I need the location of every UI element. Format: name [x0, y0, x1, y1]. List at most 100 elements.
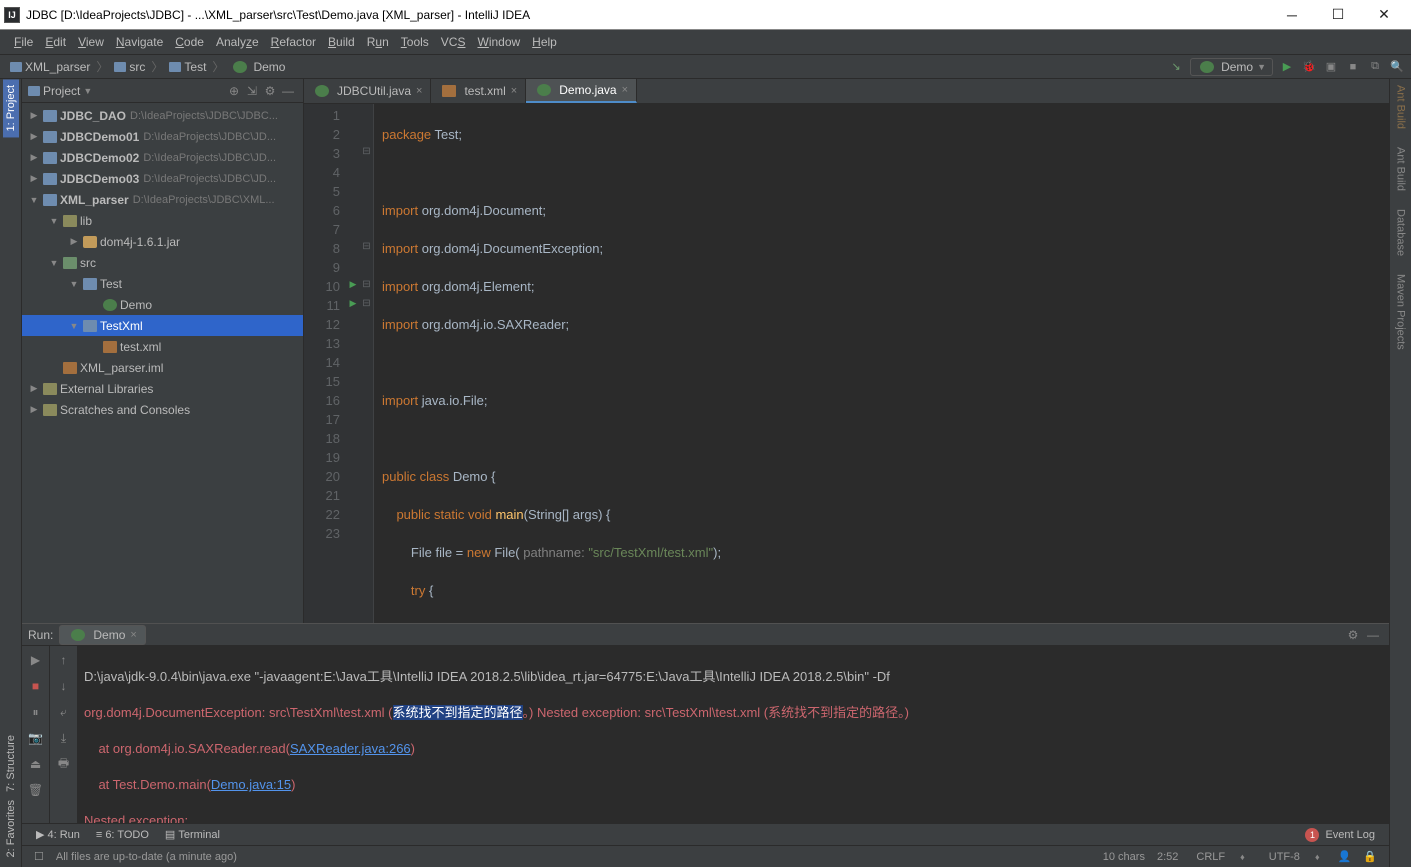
- coverage-button[interactable]: ▣: [1323, 59, 1339, 75]
- selection-size: 10 chars: [1097, 851, 1151, 863]
- tool-project[interactable]: 1: Project: [3, 79, 19, 137]
- close-tab-icon[interactable]: ×: [130, 629, 136, 641]
- editor-tab[interactable]: test.xml×: [431, 79, 526, 103]
- caret-position[interactable]: 2:52: [1151, 851, 1184, 863]
- folder-icon: [10, 62, 22, 72]
- lock-icon[interactable]: 🔒: [1357, 850, 1383, 863]
- tree-node-selected: ▼TestXml: [22, 315, 303, 336]
- dump-button[interactable]: 📷: [26, 728, 46, 748]
- tool-ant-label[interactable]: Ant Build: [1395, 143, 1407, 195]
- menu-edit[interactable]: Edit: [39, 33, 72, 51]
- tool-maven[interactable]: Maven Projects: [1395, 270, 1407, 354]
- tool-ant[interactable]: Ant Build: [1395, 81, 1407, 133]
- window-list-icon[interactable]: ☐: [28, 850, 50, 863]
- rerun-button[interactable]: ▶: [26, 650, 46, 670]
- inspection-icon[interactable]: 👤: [1332, 850, 1358, 863]
- tool-favorites[interactable]: 2: Favorites: [5, 796, 17, 861]
- chevron-down-icon: ▼: [1257, 62, 1266, 72]
- class-icon: [1200, 61, 1214, 73]
- event-log[interactable]: 1Event Log: [1297, 826, 1383, 844]
- tool-terminal[interactable]: ▤ Terminal: [157, 826, 228, 843]
- run-configuration-selector[interactable]: Demo ▼: [1190, 58, 1273, 76]
- menu-run[interactable]: Run: [361, 33, 395, 51]
- right-tool-stripe: Ant Build Ant Build Database Maven Proje…: [1389, 79, 1411, 867]
- down-icon[interactable]: ↓: [54, 676, 74, 696]
- up-icon[interactable]: ↑: [54, 650, 74, 670]
- window-titlebar: IJ JDBC [D:\IdeaProjects\JDBC] - ...\XML…: [0, 0, 1411, 30]
- editor-area: JDBCUtil.java× test.xml× Demo.java× 1234…: [304, 79, 1389, 623]
- code-content[interactable]: package Test; import org.dom4j.Document;…: [374, 104, 1389, 623]
- menu-analyze[interactable]: Analyze: [210, 33, 265, 51]
- maximize-button[interactable]: ☐: [1315, 1, 1361, 29]
- menu-vcs[interactable]: VCS: [435, 33, 472, 51]
- line-separator[interactable]: CRLF ♦: [1184, 851, 1256, 863]
- tool-todo[interactable]: ≡ 6: TODO: [88, 827, 157, 843]
- editor-tab[interactable]: JDBCUtil.java×: [304, 79, 431, 103]
- menu-view[interactable]: View: [72, 33, 110, 51]
- close-tab-icon[interactable]: ×: [416, 85, 422, 97]
- print-icon[interactable]: 🖶: [54, 754, 74, 774]
- project-tree[interactable]: ▶JDBC_DAOD:\IdeaProjects\JDBC\JDBC... ▶J…: [22, 103, 303, 623]
- project-title: Project: [43, 84, 80, 98]
- gear-icon[interactable]: ⚙: [261, 82, 279, 100]
- file-encoding[interactable]: UTF-8 ♦: [1257, 851, 1332, 863]
- fold-gutter: ⊟⊟⊟⊟: [360, 104, 374, 623]
- run-tool-window: Run: Demo× ⚙ — ▶ ■ ⏸ 📷 ⏏ 🗑 ↑ ↓: [22, 623, 1389, 823]
- debug-button[interactable]: 🐞: [1301, 59, 1317, 75]
- menu-file[interactable]: File: [8, 33, 39, 51]
- left-tool-stripe: 1: Project 7: Structure 2: Favorites: [0, 79, 22, 867]
- minimize-button[interactable]: ─: [1269, 1, 1315, 29]
- breadcrumb-item[interactable]: Test: [165, 59, 210, 75]
- console-output[interactable]: D:\java\jdk-9.0.4\bin\java.exe "-javaage…: [78, 646, 1389, 823]
- hide-icon[interactable]: —: [1363, 625, 1383, 645]
- close-button[interactable]: ✕: [1361, 1, 1407, 29]
- breadcrumb-item[interactable]: XML_parser: [6, 59, 94, 75]
- line-numbers: 1234567891011121314151617181920212223: [304, 104, 346, 623]
- stop-button[interactable]: ■: [26, 676, 46, 696]
- breadcrumb-item[interactable]: src: [110, 59, 149, 75]
- class-icon: [537, 84, 551, 96]
- main-menu: File Edit View Navigate Code Analyze Ref…: [0, 30, 1411, 55]
- tool-database[interactable]: Database: [1395, 205, 1407, 260]
- code-editor[interactable]: 1234567891011121314151617181920212223 ▶ …: [304, 104, 1389, 623]
- hide-icon[interactable]: —: [279, 82, 297, 100]
- close-tab-icon[interactable]: ×: [622, 84, 628, 96]
- exit-button[interactable]: ⏏: [26, 754, 46, 774]
- chevron-down-icon[interactable]: ▼: [83, 86, 92, 96]
- collapse-icon[interactable]: ⇲: [243, 82, 261, 100]
- build-icon[interactable]: ↘: [1168, 59, 1184, 75]
- window-title: JDBC [D:\IdeaProjects\JDBC] - ...\XML_pa…: [26, 8, 530, 22]
- menu-code[interactable]: Code: [169, 33, 210, 51]
- gear-icon[interactable]: ⚙: [1343, 625, 1363, 645]
- scroll-icon[interactable]: ⤓: [54, 728, 74, 748]
- stop-button[interactable]: ■: [1345, 59, 1361, 75]
- close-tab-icon[interactable]: ×: [511, 85, 517, 97]
- project-tool-window: Project ▼ ⊕ ⇲ ⚙ — ▶JDBC_DAOD:\IdeaProjec…: [22, 79, 304, 623]
- menu-window[interactable]: Window: [471, 33, 526, 51]
- menu-tools[interactable]: Tools: [395, 33, 435, 51]
- stacktrace-link[interactable]: Demo.java:15: [211, 777, 291, 792]
- menu-navigate[interactable]: Navigate: [110, 33, 169, 51]
- tool-structure[interactable]: 7: Structure: [5, 731, 17, 796]
- search-everywhere-button[interactable]: 🔍: [1389, 59, 1405, 75]
- stacktrace-link[interactable]: SAXReader.java:266: [290, 741, 411, 756]
- editor-tabs: JDBCUtil.java× test.xml× Demo.java×: [304, 79, 1389, 104]
- folder-icon: [114, 62, 126, 72]
- bottom-tool-stripe: ▶ 4: Run ≡ 6: TODO ▤ Terminal 1Event Log: [22, 823, 1389, 845]
- breadcrumb-item[interactable]: Demo: [226, 59, 289, 75]
- locate-icon[interactable]: ⊕: [225, 82, 243, 100]
- menu-help[interactable]: Help: [526, 33, 563, 51]
- editor-tab-active[interactable]: Demo.java×: [526, 79, 637, 103]
- run-button[interactable]: ▶: [1279, 59, 1295, 75]
- pause-button[interactable]: ⏸: [26, 702, 46, 722]
- tool-run[interactable]: ▶ 4: Run: [28, 826, 88, 843]
- trash-button[interactable]: 🗑: [26, 780, 46, 800]
- run-class-icon[interactable]: ▶: [346, 275, 360, 294]
- menu-build[interactable]: Build: [322, 33, 361, 51]
- menu-refactor[interactable]: Refactor: [265, 33, 322, 51]
- class-icon: [233, 61, 247, 73]
- soft-wrap-icon[interactable]: ⤶: [54, 702, 74, 722]
- run-tab[interactable]: Demo×: [59, 625, 145, 645]
- project-structure-button[interactable]: ⧉: [1367, 59, 1383, 75]
- run-method-icon[interactable]: ▶: [346, 294, 360, 313]
